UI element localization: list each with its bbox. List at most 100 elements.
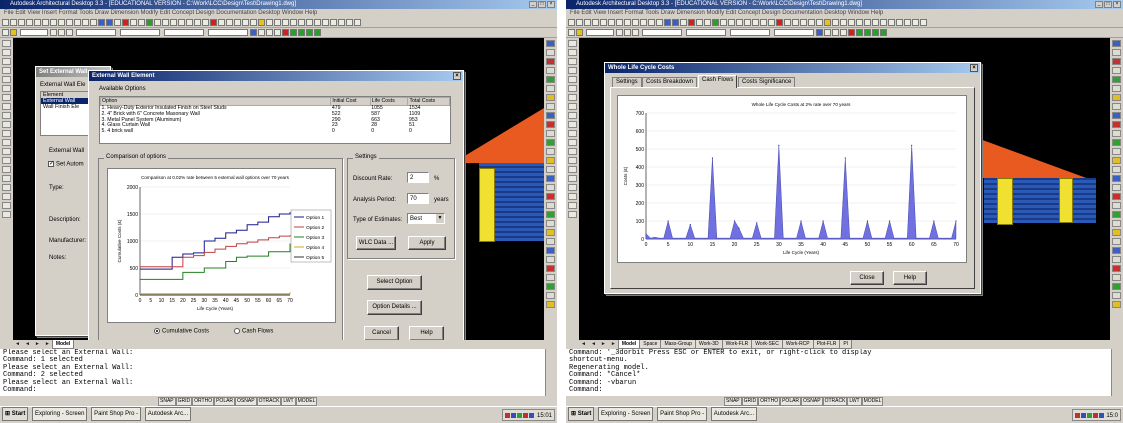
- otrack-toggle[interactable]: OTRACK: [256, 397, 282, 406]
- option-name-cell: 5. 4 brick wall: [101, 128, 133, 135]
- cancel-button[interactable]: Cancel: [364, 326, 399, 341]
- wlc-data-button[interactable]: WLC Data ...: [356, 236, 396, 250]
- color-dropdown[interactable]: [76, 29, 116, 36]
- tab-costs-breakdown[interactable]: Costs Breakdown: [642, 77, 698, 87]
- analysis-period-input[interactable]: 70: [407, 193, 429, 204]
- model-toggle[interactable]: MODEL: [861, 397, 884, 406]
- discount-rate-input[interactable]: 2: [407, 172, 429, 183]
- modify-toolbar[interactable]: [544, 38, 557, 343]
- dialog-title-bar[interactable]: External Wall Element ×: [89, 71, 463, 81]
- option-details-button[interactable]: Option Details ...: [367, 300, 422, 315]
- tab-model[interactable]: Model: [51, 340, 75, 349]
- command-window[interactable]: Please select an External Wall: Command: …: [0, 349, 545, 396]
- osnap-toggle[interactable]: OSNAP: [801, 397, 823, 406]
- menu-bar[interactable]: File Edit View Insert Format Tools Draw …: [0, 9, 557, 18]
- cumulative-costs-radio[interactable]: Cumulative Costs: [154, 328, 209, 335]
- ortho-toggle[interactable]: ORTHO: [758, 397, 781, 406]
- chevron-down-icon[interactable]: ▼: [436, 214, 444, 223]
- x-tick-label: 55: [255, 298, 261, 304]
- layout-tabs[interactable]: ◄ ◄ ► ► Model: [13, 340, 544, 349]
- command-window[interactable]: Command: '_3dorbit Press ESC or ENTER to…: [566, 349, 1111, 396]
- lwt-toggle[interactable]: LWT: [847, 397, 862, 406]
- osnap-toggle[interactable]: OSNAP: [235, 397, 257, 406]
- otrack-toggle[interactable]: OTRACK: [822, 397, 848, 406]
- minimize-icon[interactable]: _: [1095, 1, 1103, 8]
- tab-work-3d[interactable]: Work-3D: [694, 340, 723, 349]
- draw-toolbar[interactable]: [0, 38, 13, 343]
- help-button[interactable]: Help: [893, 271, 927, 285]
- standard-toolbar[interactable]: [566, 18, 1123, 28]
- menu-bar[interactable]: File Edit View Insert Format Tools Draw …: [566, 9, 1123, 18]
- tab-work-rcp[interactable]: Work-RCP: [781, 340, 814, 349]
- minimize-icon[interactable]: _: [529, 1, 537, 8]
- select-option-button[interactable]: Select Option: [367, 275, 422, 290]
- y-tick-label: 500: [130, 266, 139, 272]
- plotstyle-dropdown[interactable]: [774, 29, 814, 36]
- close-icon[interactable]: ×: [453, 72, 461, 80]
- modify-toolbar[interactable]: [1110, 38, 1123, 343]
- tab-work-sec[interactable]: Work-SEC: [751, 340, 783, 349]
- standard-toolbar[interactable]: [0, 18, 557, 28]
- start-button[interactable]: ⊞ Start: [568, 407, 595, 421]
- command-prompt[interactable]: Command:: [569, 386, 1108, 394]
- tab-cash-flows[interactable]: Cash Flows: [698, 75, 738, 88]
- close-icon[interactable]: ×: [1113, 1, 1121, 8]
- color-dropdown[interactable]: [642, 29, 682, 36]
- object-properties-toolbar[interactable]: [566, 28, 1123, 38]
- help-button[interactable]: Help: [409, 326, 444, 341]
- command-scrollbar[interactable]: [545, 349, 557, 396]
- linetype-dropdown[interactable]: [686, 29, 726, 36]
- plotstyle-dropdown[interactable]: [208, 29, 248, 36]
- tab-costs-significance[interactable]: Costs Significance: [738, 77, 796, 87]
- set-auto-checkbox[interactable]: ✓ Set Autom: [48, 161, 84, 168]
- taskbar-autodesk[interactable]: Autodesk Arc...: [144, 407, 192, 421]
- lwt-toggle[interactable]: LWT: [281, 397, 296, 406]
- polar-toggle[interactable]: POLAR: [780, 397, 802, 406]
- options-table[interactable]: Option Initial Cost Life Costs Total Cos…: [99, 96, 451, 144]
- tab-work-flr[interactable]: Work-FLR: [721, 340, 753, 349]
- object-properties-toolbar[interactable]: [0, 28, 557, 38]
- tab-mass-group[interactable]: Mass-Group: [660, 340, 696, 349]
- taskbar-paintshop[interactable]: Paint Shop Pro -: [91, 407, 142, 421]
- layer-dropdown[interactable]: [586, 29, 614, 36]
- maximize-icon[interactable]: □: [1104, 1, 1112, 8]
- taskbar-explorer[interactable]: Exploring - Screen: [32, 407, 88, 421]
- dialog-title-bar[interactable]: Whole Life Cycle Costs ×: [605, 63, 980, 73]
- tab-space[interactable]: Space: [639, 340, 662, 349]
- ortho-toggle[interactable]: ORTHO: [192, 397, 215, 406]
- apply-button[interactable]: Apply: [408, 236, 446, 250]
- maximize-icon[interactable]: □: [538, 1, 546, 8]
- grid-toggle[interactable]: GRID: [741, 397, 759, 406]
- close-icon[interactable]: ×: [970, 64, 978, 72]
- type-estimates-label: Type of Estimates:: [353, 217, 403, 223]
- grid-toggle[interactable]: GRID: [175, 397, 193, 406]
- tab-settings[interactable]: Settings: [612, 77, 642, 87]
- snap-toggle[interactable]: SNAP: [724, 397, 742, 406]
- taskbar-autodesk[interactable]: Autodesk Arc...: [710, 407, 758, 421]
- close-button[interactable]: Close: [850, 271, 884, 285]
- lineweight-dropdown[interactable]: [164, 29, 204, 36]
- taskbar-explorer[interactable]: Exploring - Screen: [598, 407, 654, 421]
- linetype-dropdown[interactable]: [120, 29, 160, 36]
- table-row[interactable]: 5. 4 brick wall 0 0 0: [101, 128, 450, 135]
- polar-toggle[interactable]: POLAR: [214, 397, 236, 406]
- layer-dropdown[interactable]: [20, 29, 48, 36]
- command-scrollbar[interactable]: [1111, 349, 1123, 396]
- cash-flows-radio[interactable]: Cash Flows: [234, 328, 273, 335]
- close-icon[interactable]: ×: [547, 1, 555, 8]
- type-estimates-select[interactable]: Best ▼: [407, 213, 445, 224]
- model-toggle[interactable]: MODEL: [295, 397, 318, 406]
- draw-toolbar[interactable]: [566, 38, 579, 343]
- taskbar-paintshop[interactable]: Paint Shop Pro -: [657, 407, 708, 421]
- tab-pl[interactable]: Pl: [839, 340, 852, 349]
- start-button[interactable]: ⊞ Start: [2, 407, 29, 421]
- tab-plot-flr[interactable]: Plot-FLR: [812, 340, 841, 349]
- lineweight-dropdown[interactable]: [730, 29, 770, 36]
- x-tick-label: 20: [180, 298, 186, 304]
- snap-toggle[interactable]: SNAP: [158, 397, 176, 406]
- app-title: Autodesk Architectural Desktop 3.3 - [ED…: [576, 1, 862, 7]
- analysis-period-label: Analysis Period:: [353, 197, 397, 203]
- layout-tabs[interactable]: ◄ ◄ ► ► Model Space Mass-Group Work-3D Work-FLR W…: [579, 340, 1110, 349]
- tab-model[interactable]: Model: [617, 340, 641, 349]
- command-prompt[interactable]: Command:: [3, 386, 542, 394]
